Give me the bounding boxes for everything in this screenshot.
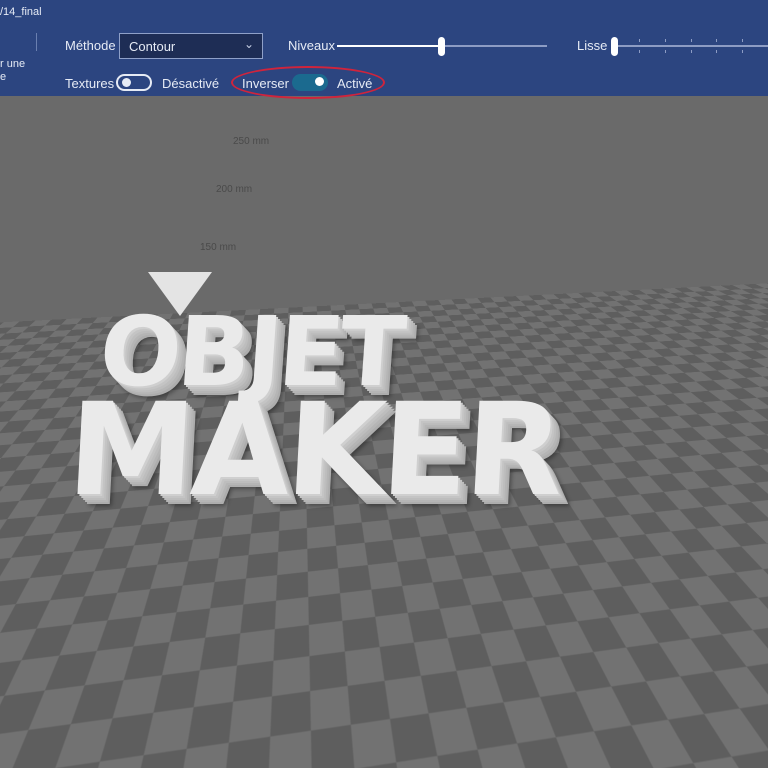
model-text-maker: MAKER bbox=[64, 376, 564, 525]
textures-toggle[interactable] bbox=[116, 74, 152, 91]
chevron-down-icon: ⌄ bbox=[243, 37, 254, 51]
ruler-label: 200 mm bbox=[216, 184, 253, 195]
niveaux-label: Niveaux bbox=[288, 38, 335, 53]
methode-value: Contour bbox=[129, 39, 176, 54]
methode-label: Méthode bbox=[65, 38, 116, 53]
highlight-ellipse bbox=[231, 66, 385, 99]
methode-select[interactable]: Contour ⌄ bbox=[119, 33, 263, 59]
side-text: r une bbox=[0, 58, 26, 70]
textures-label: Textures bbox=[65, 76, 115, 91]
textures-state: Désactivé bbox=[162, 76, 220, 91]
lisse-thumb[interactable] bbox=[611, 37, 618, 56]
side-text: e bbox=[0, 71, 7, 83]
ruler-label: 30 bbox=[755, 508, 767, 519]
toolbar: /14_final r une e Méthode Contour ⌄ Nive… bbox=[0, 0, 768, 99]
window-title: /14_final bbox=[0, 6, 42, 18]
niveaux-thumb[interactable] bbox=[438, 37, 445, 56]
divider bbox=[36, 33, 37, 51]
ruler-label: 150 mm bbox=[200, 242, 237, 253]
lisse-label: Lisse bbox=[577, 38, 608, 53]
ruler-label: 250 mm bbox=[233, 136, 270, 147]
ruler-label: 250 mm bbox=[648, 502, 685, 513]
3d-viewport[interactable]: 250 mm 200 mm 150 mm 250 mm 30 OBJET MAK… bbox=[0, 96, 768, 768]
